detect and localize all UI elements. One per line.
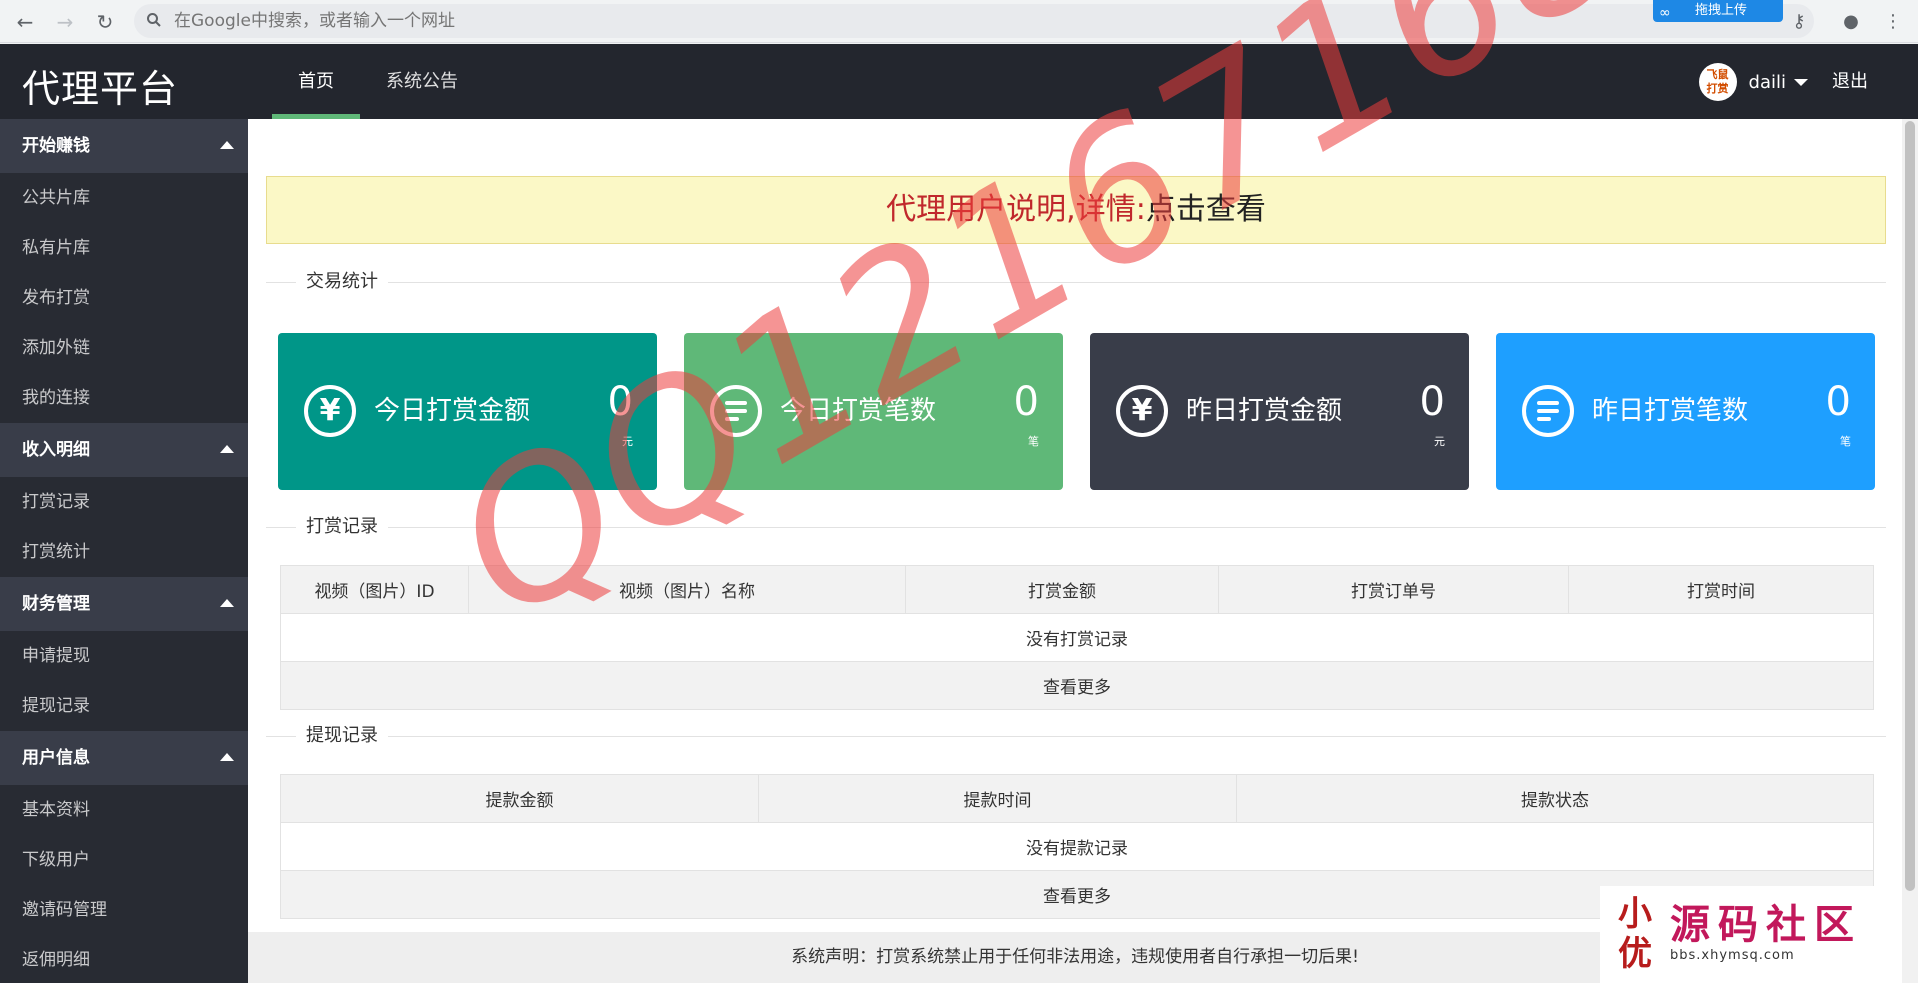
stats-cards: 今日打赏金额 0 元 今日打赏笔数 0 笔 昨日打赏金额 0 元 昨日打赏笔数 …: [278, 333, 1876, 490]
stat-card-yesterday-amount: 昨日打赏金额 0 元: [1090, 333, 1469, 490]
collapse-arrow-icon: [220, 445, 234, 453]
user-menu[interactable]: 飞鼠 打赏 daili: [1698, 63, 1808, 101]
upload-extension-label: 拖拽上传: [1695, 3, 1748, 18]
section-stats: 交易统计: [266, 270, 1886, 294]
table-header-row: 视频（图片）ID 视频（图片）名称 打赏金额 打赏订单号 打赏时间: [280, 565, 1874, 614]
view-more-rewards-link[interactable]: 查看更多: [280, 661, 1874, 710]
sidebar-group-finance[interactable]: 财务管理: [0, 577, 248, 631]
stat-card-today-amount: 今日打赏金额 0 元: [278, 333, 657, 490]
sidebar-group-user-info[interactable]: 用户信息: [0, 731, 248, 785]
collapse-arrow-icon: [220, 753, 234, 761]
list-icon: [710, 385, 762, 437]
table-row: 没有打赏记录: [280, 613, 1874, 662]
collapse-arrow-icon: [220, 141, 234, 149]
yen-icon: [1116, 385, 1168, 437]
stat-unit: 元: [1434, 435, 1445, 448]
logo-title: 源码社区: [1670, 902, 1862, 948]
main-content: 代理用户说明,详情:点击查看 交易统计 今日打赏金额 0 元 今日打赏笔数 0 …: [248, 119, 1902, 983]
logo-seal: 小优: [1618, 894, 1652, 974]
address-input[interactable]: [174, 4, 1674, 38]
column-header: 提款状态: [1236, 774, 1874, 823]
sidebar-item-reward-stats[interactable]: 打赏统计: [0, 527, 248, 577]
column-header: 提款金额: [280, 774, 759, 823]
table-row: 没有提款记录: [280, 822, 1874, 871]
notice-details-link[interactable]: 点击查看: [1146, 192, 1266, 227]
section-withdrawals: 提现记录: [266, 724, 1886, 748]
brand-logo[interactable]: 代理平台: [22, 58, 178, 113]
section-stats-title: 交易统计: [296, 270, 388, 294]
table-header-row: 提款金额 提款时间 提款状态: [280, 774, 1874, 823]
column-header: 提款时间: [758, 774, 1237, 823]
reward-records-table: 视频（图片）ID 视频（图片）名称 打赏金额 打赏订单号 打赏时间 没有打赏记录…: [280, 565, 1874, 710]
tab-announcements[interactable]: 系统公告: [360, 44, 484, 119]
column-header: 打赏订单号: [1218, 565, 1569, 614]
stat-value: 0: [607, 379, 633, 425]
back-icon[interactable]: ←: [12, 9, 38, 35]
stat-value: 0: [1013, 379, 1039, 425]
sidebar-group-income[interactable]: 收入明细: [0, 423, 248, 477]
sidebar-item-my-links[interactable]: 我的连接: [0, 373, 248, 423]
tab-home[interactable]: 首页: [272, 44, 360, 119]
notice-text: 代理用户说明,详情:: [886, 192, 1146, 227]
vertical-scrollbar[interactable]: [1902, 119, 1918, 983]
upload-extension-button[interactable]: ∞ 拖拽上传: [1653, 0, 1783, 22]
column-header: 视频（图片）ID: [280, 565, 469, 614]
sidebar-item-reward-records[interactable]: 打赏记录: [0, 477, 248, 527]
address-bar[interactable]: [134, 4, 1814, 38]
menu-dots-icon[interactable]: ⋮: [1880, 9, 1906, 35]
collapse-arrow-icon: [220, 599, 234, 607]
chevron-down-icon[interactable]: [1794, 78, 1808, 86]
stat-unit: 笔: [1840, 435, 1851, 448]
sidebar-item-commission[interactable]: 返佣明细: [0, 935, 248, 983]
search-icon: [147, 13, 161, 27]
sidebar: 开始赚钱 公共片库 私有片库 发布打赏 添加外链 我的连接 收入明细 打赏记录 …: [0, 119, 248, 983]
empty-message: 没有提款记录: [280, 822, 1874, 871]
sidebar-item-withdraw-records[interactable]: 提现记录: [0, 681, 248, 731]
sidebar-item-sub-users[interactable]: 下级用户: [0, 835, 248, 885]
sidebar-item-publish-reward[interactable]: 发布打赏: [0, 273, 248, 323]
stat-card-today-count: 今日打赏笔数 0 笔: [684, 333, 1063, 490]
agent-notice-banner: 代理用户说明,详情:点击查看: [266, 176, 1886, 244]
section-rewards-title: 打赏记录: [296, 515, 388, 539]
logo-url: bbs.xhymsq.com: [1670, 948, 1795, 963]
sidebar-item-invite-codes[interactable]: 邀请码管理: [0, 885, 248, 935]
stat-value: 0: [1825, 379, 1851, 425]
sidebar-group-start-earning[interactable]: 开始赚钱: [0, 119, 248, 173]
browser-toolbar: ← → ↻ ∞ 拖拽上传 ⚷ ● ⋮: [0, 0, 1918, 43]
empty-message: 没有打赏记录: [280, 613, 1874, 662]
list-icon: [1522, 385, 1574, 437]
avatar[interactable]: 飞鼠 打赏: [1698, 63, 1737, 101]
scrollbar-thumb[interactable]: [1905, 121, 1915, 891]
sidebar-item-apply-withdraw[interactable]: 申请提现: [0, 631, 248, 681]
column-header: 视频（图片）名称: [468, 565, 906, 614]
top-nav: 首页 系统公告: [272, 44, 484, 119]
stat-unit: 笔: [1028, 435, 1039, 448]
stat-value: 0: [1419, 379, 1445, 425]
stat-unit: 元: [622, 435, 633, 448]
stat-card-yesterday-count: 昨日打赏笔数 0 笔: [1496, 333, 1875, 490]
key-icon[interactable]: ⚷: [1786, 9, 1812, 35]
column-header: 打赏金额: [905, 565, 1219, 614]
yen-icon: [304, 385, 356, 437]
section-rewards: 打赏记录: [266, 515, 1886, 539]
forward-icon[interactable]: →: [52, 9, 78, 35]
sidebar-item-private-library[interactable]: 私有片库: [0, 223, 248, 273]
sidebar-item-profile[interactable]: 基本资料: [0, 785, 248, 835]
site-logo-watermark: 小优 源码社区 bbs.xhymsq.com: [1600, 886, 1902, 983]
logout-link[interactable]: 退出: [1832, 44, 1868, 119]
reload-icon[interactable]: ↻: [92, 9, 118, 35]
column-header: 打赏时间: [1568, 565, 1874, 614]
profile-icon[interactable]: ●: [1838, 9, 1864, 35]
sidebar-item-add-external-link[interactable]: 添加外链: [0, 323, 248, 373]
top-header: 代理平台 首页 系统公告 飞鼠 打赏 daili 退出: [0, 44, 1918, 119]
sidebar-item-public-library[interactable]: 公共片库: [0, 173, 248, 223]
username[interactable]: daili: [1749, 72, 1786, 93]
table-row: 查看更多: [280, 661, 1874, 710]
section-withdrawals-title: 提现记录: [296, 724, 388, 748]
cloud-icon: ∞: [1659, 5, 1671, 21]
